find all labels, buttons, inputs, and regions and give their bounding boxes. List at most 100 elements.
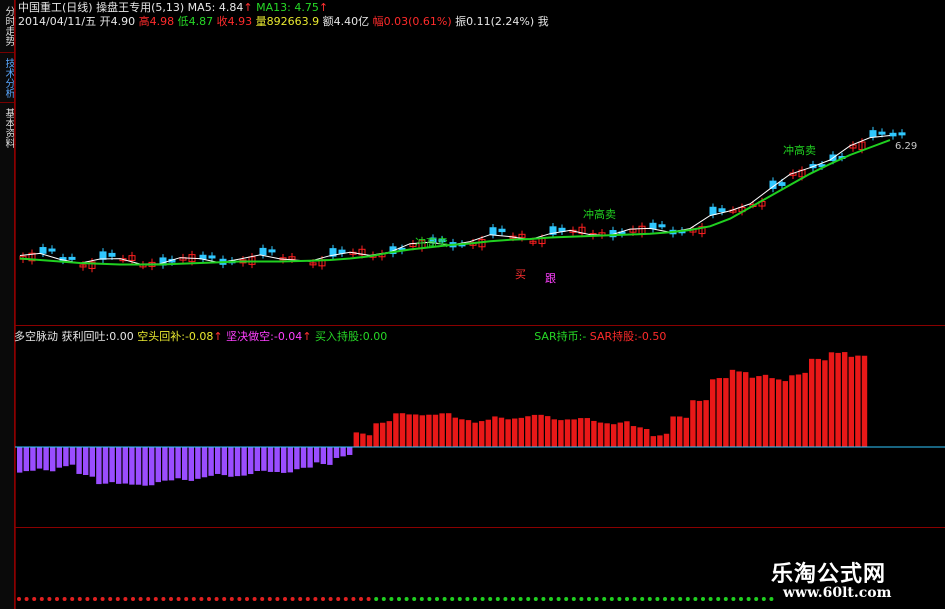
stock-title: 中国重工(日线) xyxy=(18,1,93,14)
indicator-bar xyxy=(129,447,135,485)
candle-body xyxy=(48,248,56,252)
signal-dot xyxy=(32,597,37,601)
indicator-bar xyxy=(56,447,62,468)
indicator-bar xyxy=(188,447,194,481)
indicator-name[interactable]: 多空脉动 xyxy=(14,330,58,343)
signal-dot xyxy=(298,597,303,601)
indicator-bar xyxy=(591,420,597,447)
candle-body xyxy=(489,227,497,236)
signal-dot xyxy=(336,597,341,601)
tab-fundamentals[interactable]: 基本资料 xyxy=(0,108,14,148)
indicator-bar xyxy=(571,419,577,447)
signal-dot xyxy=(473,597,477,601)
indicator-bar xyxy=(465,420,472,447)
indicator-bar xyxy=(281,447,287,473)
indicator-bar xyxy=(182,447,188,480)
signal-dot xyxy=(526,597,531,601)
indicator-bar xyxy=(63,447,69,467)
indicator-bar xyxy=(762,374,769,447)
indicator-bar xyxy=(578,418,584,447)
signal-dot xyxy=(739,597,743,601)
candle-body xyxy=(709,206,717,215)
candle-body xyxy=(649,222,657,230)
candle-body xyxy=(869,130,877,138)
signal-dot xyxy=(290,597,295,601)
price-chart[interactable]: 冲高卖 冲高卖 冲高卖 买 跟 6.29 xyxy=(15,30,945,324)
signal-dot xyxy=(245,597,249,601)
indicator-bar xyxy=(670,416,676,447)
indicator-bar xyxy=(340,447,346,457)
tab-intraday[interactable]: 分时走势 xyxy=(0,6,14,46)
indicator-bar xyxy=(201,447,208,478)
signal-dot xyxy=(366,597,371,601)
indicator-bar xyxy=(512,418,518,447)
indicator-chart[interactable] xyxy=(15,343,945,523)
signal-dot xyxy=(100,597,105,601)
indicator-item-label: 坚决做空: xyxy=(226,330,274,343)
signal-dot xyxy=(77,597,82,601)
indicator-bar xyxy=(716,378,722,447)
indicator-bar xyxy=(380,422,386,447)
quote-open: 开4.90 xyxy=(99,15,136,28)
indicator-bar xyxy=(248,447,254,475)
signal-label-left: 冲高卖 xyxy=(415,235,448,249)
indicator-bar xyxy=(373,423,379,447)
indicator-bar xyxy=(828,352,835,447)
indicator-bar xyxy=(89,447,95,477)
indicator-bar xyxy=(650,436,656,447)
indicator-bar xyxy=(195,447,201,479)
signal-dot xyxy=(716,597,721,601)
quote-amplitude: 振0.11(2.24%) xyxy=(455,15,535,28)
signal-dot xyxy=(731,597,736,601)
indicator-bar xyxy=(749,377,755,447)
signal-dot xyxy=(138,597,143,601)
indicator-bar xyxy=(122,447,128,484)
indicator-bar xyxy=(729,369,736,447)
quote-volume: 量892663.9 xyxy=(255,15,320,28)
signal-dot xyxy=(328,597,333,601)
formula-name[interactable]: 操盘王专用(5,13) xyxy=(96,1,184,14)
indicator-bar xyxy=(531,414,538,447)
indicator-bar xyxy=(644,429,650,447)
signal-dot xyxy=(374,597,379,601)
tab-technical[interactable]: 技术分析 xyxy=(0,58,14,98)
indicator-bar xyxy=(221,447,227,476)
signal-dot xyxy=(564,597,569,601)
signal-dot xyxy=(404,597,409,601)
indicator-bar xyxy=(413,414,419,447)
signal-dot xyxy=(488,597,493,601)
indicator-bar xyxy=(300,447,307,468)
signal-dot xyxy=(495,597,500,601)
indicator-bar xyxy=(690,400,696,447)
indicator-bar xyxy=(861,355,868,447)
signal-dot xyxy=(381,597,386,601)
signal-dot xyxy=(670,597,675,601)
indicator-bar xyxy=(835,352,841,447)
signal-dot xyxy=(579,597,584,601)
indicator-bar xyxy=(109,447,115,483)
up-arrow-icon: ↑ xyxy=(318,1,329,14)
signal-dot xyxy=(47,597,52,601)
indicator-bar xyxy=(677,416,683,447)
signal-dot xyxy=(108,597,113,601)
signal-dot xyxy=(115,597,120,601)
candle-body xyxy=(558,227,566,232)
signal-dot xyxy=(549,597,553,601)
tab-divider xyxy=(0,102,14,103)
signal-dot xyxy=(435,597,439,601)
indicator-item-value: -0.50 xyxy=(637,330,667,343)
up-arrow-icon: ↑ xyxy=(302,330,312,343)
signal-dot xyxy=(207,597,211,601)
signal-dot xyxy=(169,597,173,601)
indicator-bar xyxy=(815,358,821,447)
indicator-bar xyxy=(472,422,478,447)
signal-dot xyxy=(427,597,432,601)
signal-dot xyxy=(222,597,227,601)
indicator-bar xyxy=(558,420,564,447)
candle-body xyxy=(889,132,897,137)
signal-dot xyxy=(503,597,508,601)
indicator-bar xyxy=(446,413,452,447)
signal-dot xyxy=(754,597,759,601)
indicator-bar xyxy=(399,413,406,447)
candle-body xyxy=(68,256,76,260)
